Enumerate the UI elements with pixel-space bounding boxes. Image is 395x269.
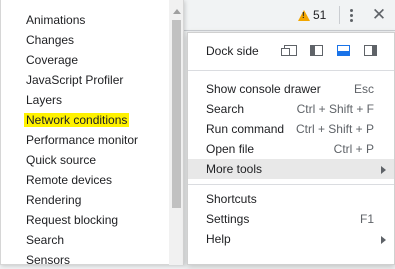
warning-triangle-icon bbox=[298, 9, 310, 21]
submenu-item-layers[interactable]: Layers bbox=[26, 91, 64, 109]
dock-to-right-icon[interactable] bbox=[364, 45, 377, 56]
submenu-item-animations[interactable]: Animations bbox=[26, 11, 87, 29]
menu-divider bbox=[188, 184, 394, 185]
submenu-item-remote-devices[interactable]: Remote devices bbox=[26, 171, 114, 189]
submenu-arrow-icon bbox=[381, 166, 386, 174]
menu-item-shortcuts[interactable]: Shortcuts bbox=[188, 189, 394, 209]
dock-to-bottom-icon[interactable] bbox=[337, 45, 350, 56]
submenu-item-javascript-profiler[interactable]: JavaScript Profiler bbox=[26, 71, 125, 89]
menu-item-settings[interactable]: Settings F1 bbox=[188, 209, 394, 229]
submenu-item-performance-monitor[interactable]: Performance monitor bbox=[26, 131, 140, 149]
warning-count: 51 bbox=[313, 8, 327, 22]
toolbar-divider bbox=[339, 6, 340, 24]
menu-item-show-console-drawer[interactable]: Show console drawer Esc bbox=[188, 79, 394, 99]
submenu-item-request-blocking[interactable]: Request blocking bbox=[26, 211, 120, 229]
scroll-up-arrow-icon[interactable] bbox=[173, 9, 181, 14]
scrollbar-thumb[interactable] bbox=[172, 20, 181, 208]
kebab-menu-icon[interactable] bbox=[344, 6, 358, 24]
submenu-item-changes[interactable]: Changes bbox=[26, 31, 76, 49]
undock-into-separate-window-icon[interactable] bbox=[281, 45, 297, 56]
devtools-toolbar bbox=[180, 0, 395, 31]
menu-item-open-file[interactable]: Open file Ctrl + P bbox=[188, 139, 394, 159]
menu-item-run-command[interactable]: Run command Ctrl + Shift + P bbox=[188, 119, 394, 139]
warnings-counter[interactable]: 51 bbox=[298, 6, 326, 24]
submenu-item-sensors[interactable]: Sensors bbox=[26, 251, 72, 269]
submenu-item-search[interactable]: Search bbox=[26, 231, 66, 249]
more-tools-submenu: Animations Changes Coverage JavaScript P… bbox=[0, 0, 184, 267]
menu-item-help[interactable]: Help bbox=[188, 229, 394, 249]
dock-to-left-icon[interactable] bbox=[310, 45, 323, 56]
submenu-item-coverage[interactable]: Coverage bbox=[26, 51, 80, 69]
dock-side-label: Dock side bbox=[206, 44, 259, 58]
close-icon[interactable]: ✕ bbox=[370, 5, 388, 25]
submenu-item-network-conditions[interactable]: Network conditions bbox=[24, 111, 130, 129]
submenu-arrow-icon bbox=[381, 236, 386, 244]
menu-item-search[interactable]: Search Ctrl + Shift + F bbox=[188, 99, 394, 119]
submenu-item-rendering[interactable]: Rendering bbox=[26, 191, 83, 209]
submenu-item-quick-source[interactable]: Quick source bbox=[26, 151, 98, 169]
menu-divider bbox=[188, 70, 394, 71]
menu-item-more-tools[interactable]: More tools bbox=[188, 159, 394, 179]
customize-devtools-menu: Dock side Show console drawer Esc Search… bbox=[187, 32, 395, 265]
